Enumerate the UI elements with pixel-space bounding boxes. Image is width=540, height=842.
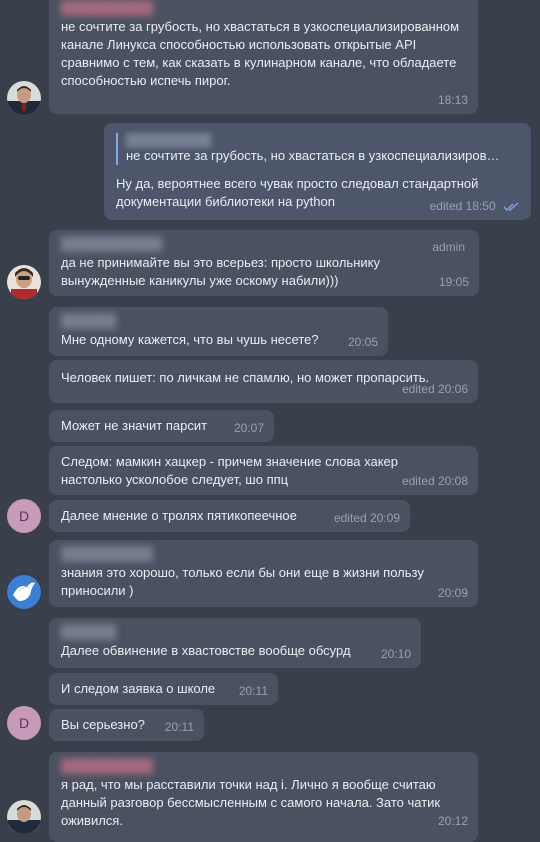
avatar[interactable] [7,265,41,299]
message-text: И следом заявка о школе [61,681,216,696]
message-time: edited 20:08 [401,474,468,488]
message-time-text: edited 18:50 [429,199,496,213]
user-photo-icon [7,81,41,115]
message-time: edited 18:50 [430,197,521,215]
message-bubble[interactable]: Человек пишет: по личкам не спамлю, но м… [49,360,478,403]
avatar-letter: D [18,508,30,524]
message-bubble[interactable]: Далее мнение о тролях пятикопеечное edit… [49,500,410,532]
message-bubble[interactable]: И следом заявка о школе 20:11 [49,673,278,705]
sender-name-redacted: ██████ [61,624,117,639]
message-bubble[interactable]: Может не значит парсит 20:07 [49,410,274,442]
message-time: edited 20:06 [401,382,468,396]
message-bubble[interactable]: Следом: мамкин хацкер - причем значение … [49,446,478,495]
sender-name-redacted: ██████ [61,313,117,328]
avatar[interactable] [7,575,41,609]
sender-name-redacted: ██████████ [61,546,154,561]
message-text: я рад, что мы расставили точки над i. Ли… [61,777,444,828]
message-bubble[interactable]: ██████████ не сочтите за грубость, но хв… [49,0,478,114]
avatar[interactable] [7,800,41,834]
message-bubble[interactable]: ███████████ admin да не принимайте вы эт… [49,230,479,296]
message-time: 20:11 [164,720,194,734]
message-text: Далее обвинение в хвастовстве вообще обс… [61,643,351,658]
outgoing-message-bubble[interactable]: ██████████ не сочтите за грубость, но хв… [104,123,531,220]
avatar-letter: D [18,715,30,731]
message-bubble[interactable]: ██████ Мне одному кажется, что вы чушь н… [49,307,388,356]
message-bubble[interactable]: Вы серьезно? 20:11 [49,709,204,741]
user-photo-icon [7,265,41,299]
reply-text: не сочтите за грубость, но хвастаться в … [126,148,500,163]
avatar[interactable]: D [7,499,41,533]
dove-icon [7,575,41,609]
message-text: не сочтите за грубость, но хвастаться в … [61,19,463,88]
message-text: Мне одному кажется, что вы чушь несете? [61,332,319,347]
reply-sender-redacted: ██████████ [126,133,212,147]
message-time: edited 20:09 [333,511,400,525]
message-text: Может не значит парсит [61,418,208,433]
user-photo-icon [7,800,41,834]
message-time: 20:09 [437,586,468,600]
message-time: 20:12 [437,814,468,828]
message-bubble[interactable]: ██████████ я рад, что мы расставили точк… [49,752,478,842]
message-time: 20:10 [380,647,411,661]
message-bubble[interactable]: ██████████ знания это хорошо, только есл… [49,540,478,607]
avatar[interactable]: D [7,706,41,740]
avatar[interactable] [7,81,41,115]
sender-name-redacted: ██████████ [61,0,154,15]
message-time: 18:13 [437,93,468,107]
message-text: да не принимайте вы это всерьез: просто … [61,255,384,288]
message-time: 19:05 [438,275,469,289]
reply-quote[interactable]: ██████████ не сочтите за грубость, но хв… [116,133,519,165]
message-bubble[interactable]: ██████ Далее обвинение в хвастовстве воо… [49,618,421,668]
message-time: 20:07 [233,421,264,435]
message-time: 20:05 [347,335,378,349]
read-checkmarks-icon [503,202,519,211]
sender-name-redacted: ██████████ [61,758,154,773]
message-text: знания это хорошо, только если бы они ещ… [61,565,428,598]
admin-badge: admin [432,240,465,254]
sender-name-redacted: ███████████ [61,236,163,251]
message-text: Следом: мамкин хацкер - причем значение … [61,454,402,487]
message-time: 20:11 [238,684,268,698]
